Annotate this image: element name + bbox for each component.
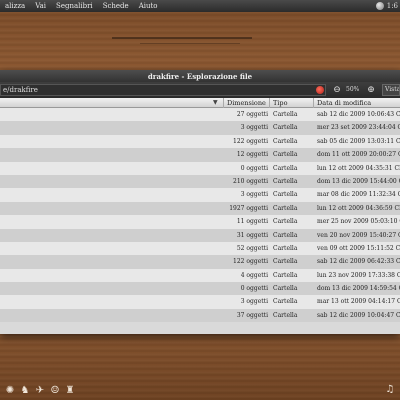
cell-size: 3 oggetti xyxy=(240,298,268,306)
cell-type: Cartella xyxy=(273,311,298,319)
cell-size: 27 oggetti xyxy=(236,111,268,118)
cell-size: 122 oggetti xyxy=(233,137,268,145)
bird-icon[interactable]: ♞ xyxy=(19,384,31,396)
view-mode-select[interactable]: Vista xyxy=(382,84,400,96)
cell-size: 12 oggetti xyxy=(236,151,268,159)
table-row[interactable]: 52 oggetti Cartella ven 09 ott 2009 15:11:… xyxy=(0,241,400,256)
table-row[interactable]: 0 oggetti Cartella dom 13 dic 2009 14:59:5… xyxy=(0,282,400,296)
table-row[interactable]: 31 oggetti Cartella ven 20 nov 2009 15:40:… xyxy=(0,228,400,242)
cell-type: Cartella xyxy=(273,218,298,226)
zoom-level: 50% xyxy=(346,86,360,93)
cell-date: lun 12 ott 2009 04:36:59 CEST xyxy=(317,204,400,212)
table-row[interactable]: 122 oggetti Cartella sab 05 dic 2009 13:03… xyxy=(0,134,400,149)
background-browser-window xyxy=(0,12,400,70)
cell-date: lun 23 nov 2009 17:33:38 CET xyxy=(317,271,400,279)
column-header-type[interactable]: Tipo xyxy=(270,98,314,108)
system-tray: 1:6 xyxy=(375,0,400,12)
cell-date: dom 13 dic 2009 15:44:00 CET xyxy=(317,177,400,185)
compass-icon[interactable]: ✈ xyxy=(34,384,46,396)
table-row[interactable]: 210 oggetti Cartella dom 13 dic 2009 15:44… xyxy=(0,174,400,189)
menu-help[interactable]: Aiuto xyxy=(134,2,163,10)
column-header-row: ▼ Dimensione Tipo Data di modifica xyxy=(0,98,400,108)
location-input[interactable]: e/drakfire xyxy=(0,84,326,96)
table-row[interactable]: 0 oggetti Cartella lun 12 ott 2009 04:35:3… xyxy=(0,161,400,175)
file-manager-window: drakfire - Esplorazione file e/drakfire … xyxy=(0,70,400,334)
puzzle-icon[interactable]: ♜ xyxy=(64,384,76,396)
cell-size: 52 oggetti xyxy=(236,244,268,252)
cell-date: ven 20 nov 2009 15:40:27 CET xyxy=(317,231,400,239)
window-title[interactable]: drakfire - Esplorazione file xyxy=(0,70,400,82)
cell-type: Cartella xyxy=(273,258,298,266)
table-row[interactable]: 27 oggetti Cartella sab 12 dic 2009 10:06:… xyxy=(0,108,400,122)
bottom-dock: ✺ ♞ ✈ ☺ ♜ ♫ xyxy=(0,380,400,400)
cell-date: dom 11 ott 2009 20:00:27 CEST xyxy=(317,151,400,159)
cell-date: sab 12 dic 2009 10:04:47 CET xyxy=(317,311,400,319)
cell-type: Cartella xyxy=(273,204,298,212)
cell-type: Cartella xyxy=(273,164,298,172)
cell-size: 0 oggetti xyxy=(240,164,268,172)
table-row[interactable]: 122 oggetti Cartella sab 12 dic 2009 06:42… xyxy=(0,255,400,269)
cell-date: mer 23 set 2009 23:44:04 CEST xyxy=(317,124,400,132)
page-rule xyxy=(112,37,252,39)
page-rule xyxy=(140,43,240,44)
cell-date: mar 08 dic 2009 11:32:34 CET xyxy=(317,191,400,199)
cell-size: 11 oggetti xyxy=(236,218,268,226)
cell-type: Cartella xyxy=(273,137,298,145)
table-row[interactable]: 11 oggetti Cartella mer 25 nov 2009 05:03:… xyxy=(0,215,400,229)
menu-tabs[interactable]: Schede xyxy=(98,2,134,10)
table-row[interactable]: 3 oggetti Cartella mer 23 set 2009 23:44:0… xyxy=(0,121,400,135)
cell-date: sab 12 dic 2009 06:42:33 CET xyxy=(317,258,400,266)
menu-bookmarks[interactable]: Segnalibri xyxy=(51,2,98,10)
table-row[interactable]: 3 oggetti Cartella mar 08 dic 2009 11:32:3… xyxy=(0,188,400,202)
cell-date: ven 09 ott 2009 15:11:52 CEST xyxy=(317,244,400,252)
table-row[interactable]: 1927 oggetti Cartella lun 12 ott 2009 04:3… xyxy=(0,201,400,216)
cell-date: dom 13 dic 2009 14:59:54 CET xyxy=(317,285,400,293)
cell-size: 3 oggetti xyxy=(240,124,268,132)
cell-type: Cartella xyxy=(273,244,298,252)
menu-view[interactable]: alizza xyxy=(0,2,30,10)
status-orb-icon[interactable] xyxy=(375,2,384,10)
cell-type: Cartella xyxy=(273,285,298,293)
cell-type: Cartella xyxy=(273,111,298,118)
cell-type: Cartella xyxy=(273,177,298,185)
cell-type: Cartella xyxy=(273,271,298,279)
cell-size: 4 oggetti xyxy=(240,271,268,279)
clock[interactable]: 1:6 xyxy=(387,2,398,10)
table-row[interactable]: 3 oggetti Cartella mar 13 ott 2009 04:14:1… xyxy=(0,295,400,309)
column-header-name[interactable] xyxy=(0,98,224,108)
smiley-icon[interactable]: ☺ xyxy=(49,384,61,396)
top-menu-bar: alizza Vai Segnalibri Schede Aiuto 1:6 xyxy=(0,0,400,12)
file-list: 27 oggetti Cartella sab 12 dic 2009 10:06:… xyxy=(0,108,400,323)
column-header-date[interactable]: Data di modifica xyxy=(314,98,400,108)
cell-type: Cartella xyxy=(273,231,298,239)
cell-type: Cartella xyxy=(273,191,298,199)
table-row[interactable]: 4 oggetti Cartella lun 23 nov 2009 17:33:3… xyxy=(0,268,400,283)
zoom-in-icon[interactable]: ⊕ xyxy=(366,85,376,95)
cell-date: lun 12 ott 2009 04:35:31 CEST xyxy=(317,164,400,172)
table-row[interactable]: 37 oggetti Cartella sab 12 dic 2009 10:04:… xyxy=(0,308,400,323)
column-header-size[interactable]: Dimensione xyxy=(224,98,270,108)
cell-type: Cartella xyxy=(273,151,298,159)
music-icon[interactable]: ♫ xyxy=(384,384,396,396)
cell-date: sab 05 dic 2009 13:03:11 CET xyxy=(317,137,400,145)
swirl-icon[interactable]: ✺ xyxy=(4,384,16,396)
table-row[interactable]: 12 oggetti Cartella dom 11 ott 2009 20:00:… xyxy=(0,148,400,162)
cell-size: 210 oggetti xyxy=(233,177,268,185)
cell-size: 1927 oggetti xyxy=(229,204,268,212)
cell-size: 3 oggetti xyxy=(240,191,268,199)
cell-date: mar 13 ott 2009 04:14:17 CEST xyxy=(317,298,400,306)
cell-size: 37 oggetti xyxy=(236,311,268,319)
menu-go[interactable]: Vai xyxy=(30,2,51,10)
toolbar: e/drakfire ⊖ 50% ⊕ Vista xyxy=(0,82,400,98)
cell-date: sab 12 dic 2009 10:06:43 CET xyxy=(317,111,400,118)
cell-date: mer 25 nov 2009 05:03:10 CET xyxy=(317,218,400,226)
cell-type: Cartella xyxy=(273,298,298,306)
cell-size: 0 oggetti xyxy=(240,285,268,293)
sort-descending-icon[interactable]: ▼ xyxy=(213,99,218,106)
cell-size: 122 oggetti xyxy=(233,258,268,266)
cell-type: Cartella xyxy=(273,124,298,132)
zoom-out-icon[interactable]: ⊖ xyxy=(332,85,342,95)
clear-location-icon[interactable] xyxy=(316,86,324,94)
cell-size: 31 oggetti xyxy=(236,231,268,239)
